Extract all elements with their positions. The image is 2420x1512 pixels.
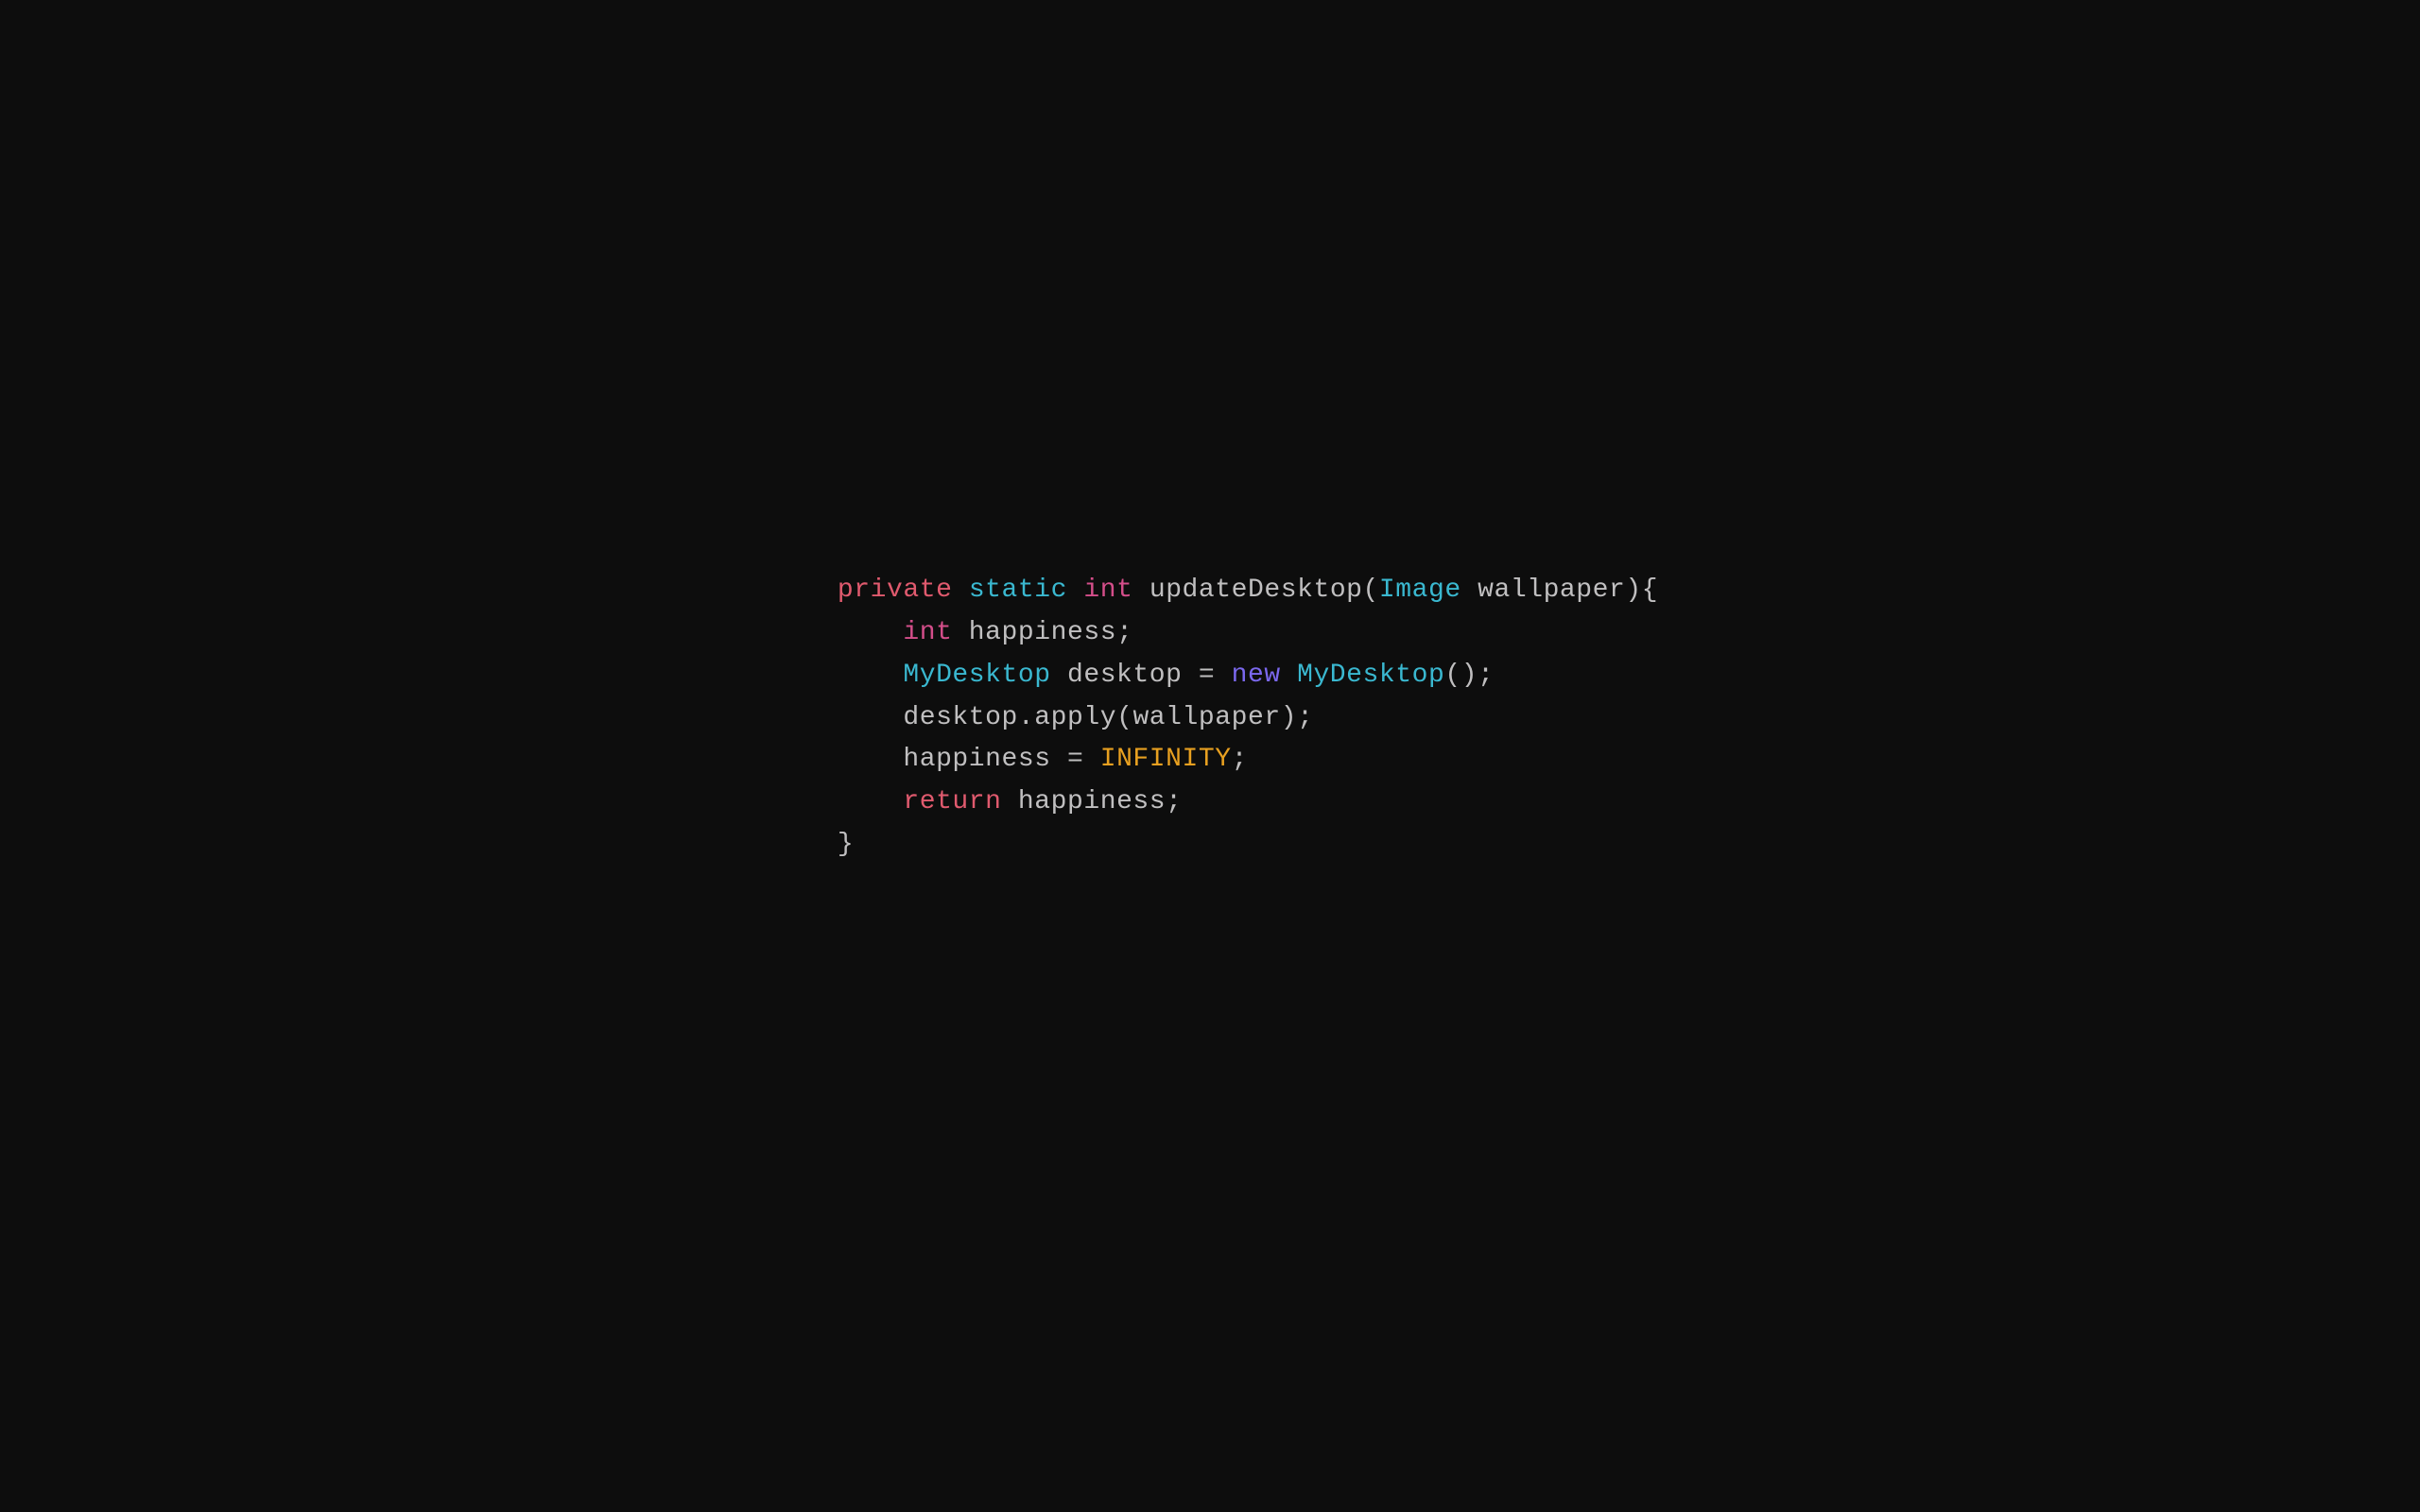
desktop-obj: desktop (903, 703, 1018, 732)
const-infinity: INFINITY (1100, 745, 1232, 774)
code-line-2: int happiness; (838, 612, 1658, 655)
space-new (1281, 661, 1297, 690)
method-name: updateDesktop( (1132, 576, 1378, 605)
apply-call: apply(wallpaper); (1034, 703, 1313, 732)
constructor-parens: (); (1444, 661, 1494, 690)
keyword-static: static (969, 576, 1067, 605)
semicolon-5: ; (1232, 745, 1248, 774)
keyword-new: new (1232, 661, 1281, 690)
space-1 (952, 576, 968, 605)
var-happiness: happiness; (952, 618, 1132, 647)
param-rest: wallpaper){ (1461, 576, 1658, 605)
class-image: Image (1379, 576, 1461, 605)
class-mydesktop-new: MyDesktop (1297, 661, 1444, 690)
code-line-7: } (838, 824, 1658, 867)
code-line-5: happiness = INFINITY; (838, 739, 1658, 782)
keyword-private: private (838, 576, 953, 605)
dot-operator: . (1018, 703, 1034, 732)
class-mydesktop-type: MyDesktop (903, 661, 1050, 690)
code-line-3: MyDesktop desktop = new MyDesktop(); (838, 655, 1658, 697)
closing-brace: } (838, 830, 854, 859)
keyword-int-return: int (1083, 576, 1132, 605)
keyword-return: return (903, 787, 1001, 816)
code-line-6: return happiness; (838, 782, 1658, 824)
space-2 (1067, 576, 1083, 605)
keyword-int-var: int (903, 618, 952, 647)
happiness-assign: happiness = (903, 745, 1099, 774)
code-line-4: desktop.apply(wallpaper); (838, 697, 1658, 740)
return-value: happiness; (1002, 787, 1183, 816)
desktop-assign: desktop = (1051, 661, 1232, 690)
code-line-1: private static int updateDesktop(Image w… (838, 570, 1658, 612)
code-display: private static int updateDesktop(Image w… (838, 570, 1658, 867)
